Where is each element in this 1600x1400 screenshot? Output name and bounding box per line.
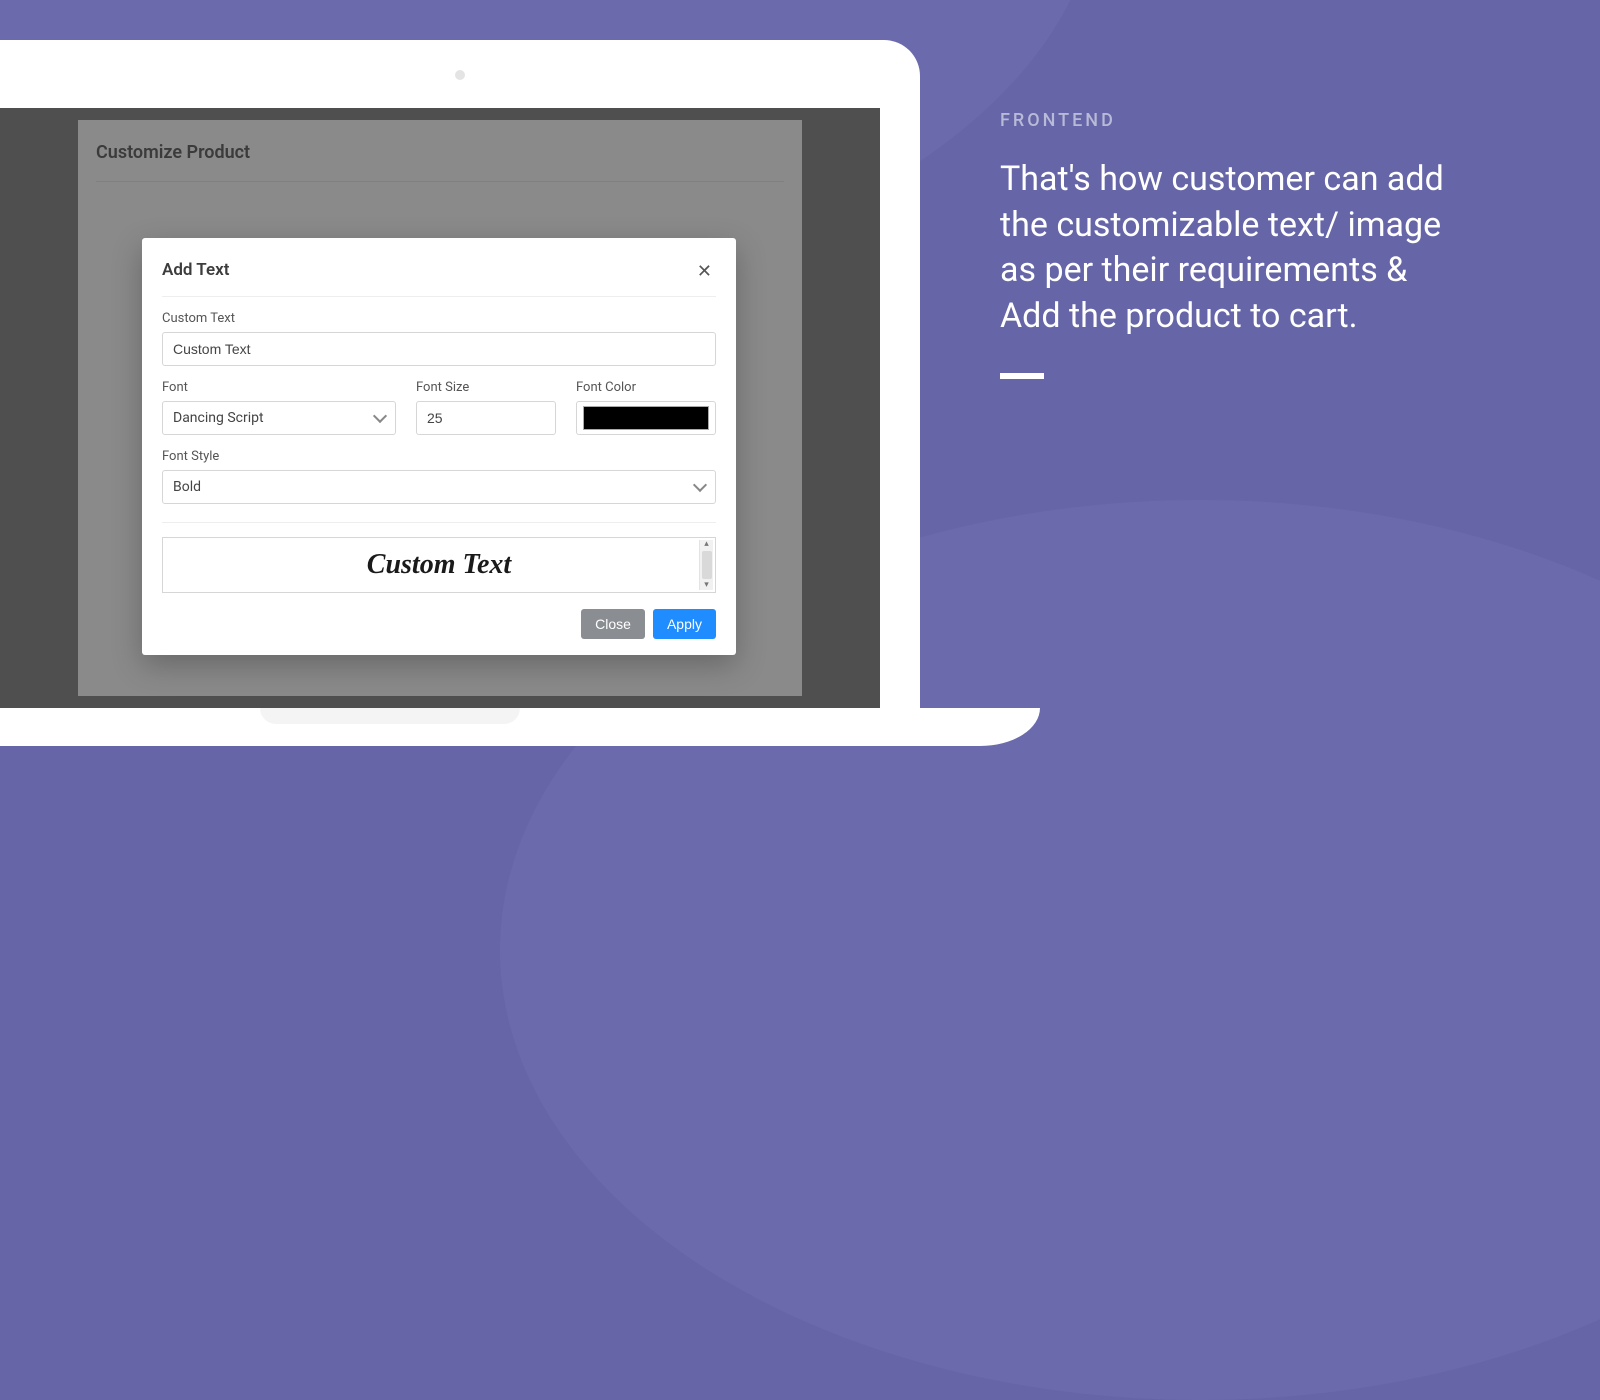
font-style-label: Font Style [162, 449, 716, 464]
add-text-modal: Add Text ✕ Custom Text Font Dancing Scri… [142, 238, 736, 655]
chevron-down-icon [693, 478, 707, 492]
scroll-down-icon: ▾ [704, 581, 709, 590]
camera-dot-icon [455, 70, 465, 80]
chevron-down-icon [373, 409, 387, 423]
laptop-trackpad-notch [260, 708, 520, 724]
laptop-base [0, 708, 1040, 746]
text-preview: Custom Text ▴ ▾ [162, 537, 716, 593]
font-size-label: Font Size [416, 380, 556, 395]
laptop-frame: Customize Product Add Text ✕ Custom Text… [0, 40, 920, 708]
font-select-value: Dancing Script [173, 410, 264, 426]
marketing-eyebrow: FRONTEND [1000, 110, 1470, 131]
marketing-copy: FRONTEND That's how customer can add the… [1000, 110, 1470, 379]
font-color-picker[interactable] [576, 401, 716, 435]
modal-title: Add Text [162, 260, 229, 280]
close-button[interactable]: Close [581, 609, 645, 639]
marketing-divider [1000, 373, 1044, 379]
apply-button[interactable]: Apply [653, 609, 716, 639]
scroll-up-icon: ▴ [704, 540, 709, 549]
preview-scrollbar[interactable]: ▴ ▾ [699, 540, 713, 590]
font-label: Font [162, 380, 396, 395]
font-style-select[interactable]: Bold [162, 470, 716, 504]
custom-text-input[interactable] [162, 332, 716, 366]
close-icon[interactable]: ✕ [693, 260, 716, 282]
color-swatch [583, 406, 709, 430]
marketing-body: That's how customer can add the customiz… [1000, 157, 1470, 339]
scroll-thumb [702, 551, 712, 579]
font-color-label: Font Color [576, 380, 716, 395]
font-select[interactable]: Dancing Script [162, 401, 396, 435]
modal-divider [162, 522, 716, 523]
font-style-select-value: Bold [173, 479, 201, 495]
font-size-input[interactable] [416, 401, 556, 435]
custom-text-label: Custom Text [162, 311, 716, 326]
preview-text: Custom Text [367, 549, 511, 581]
